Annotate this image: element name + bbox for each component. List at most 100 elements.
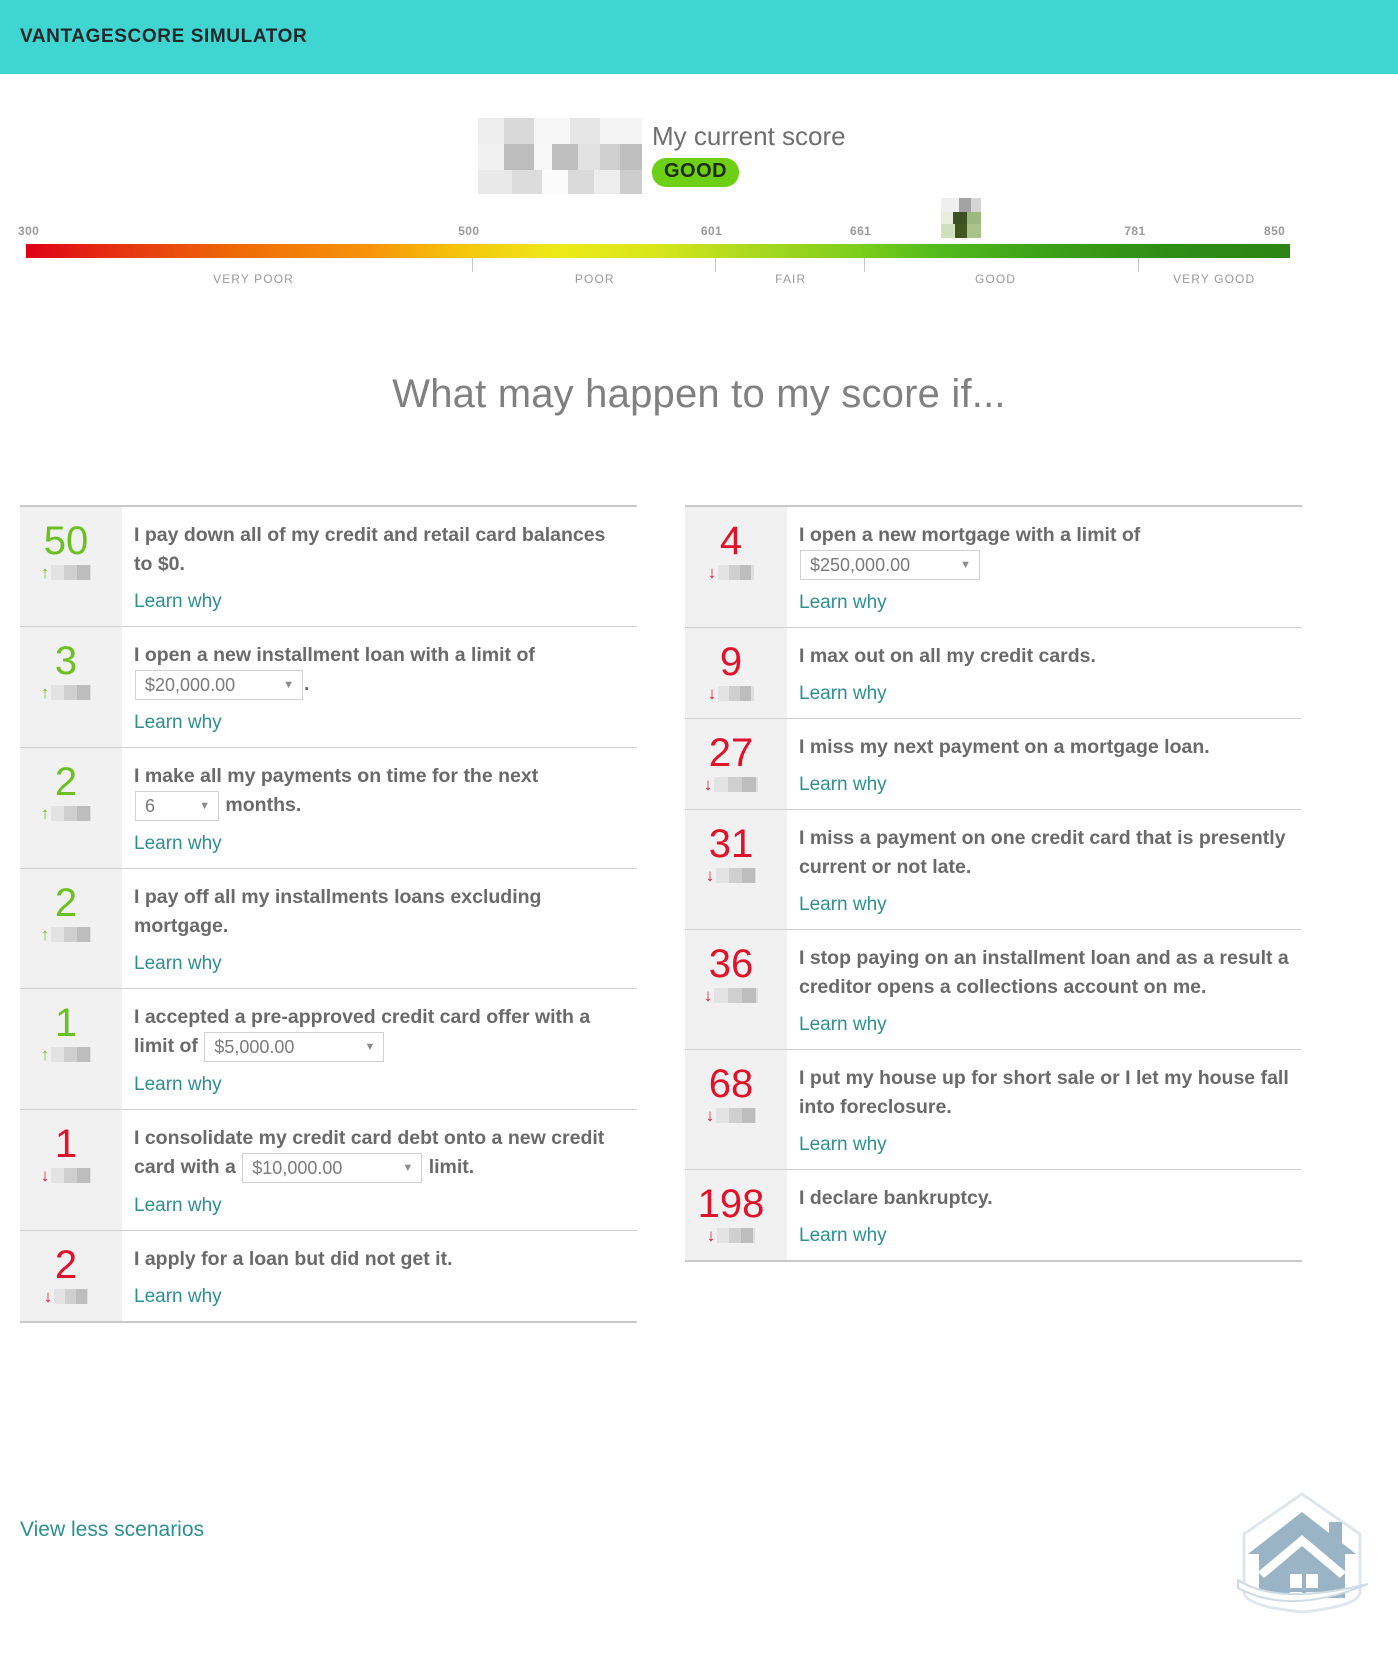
arrow-down-icon: ↓ (43, 1286, 53, 1306)
scenario-delta-sub: ↑ (20, 683, 112, 701)
learn-why-link[interactable]: Learn why (134, 1286, 222, 1308)
gauge-mark (472, 258, 474, 272)
learn-why-link[interactable]: Learn why (799, 774, 887, 796)
select-value: 6 (145, 795, 156, 816)
gauge-tick-300: 300 (18, 224, 40, 238)
learn-why-link[interactable]: Learn why (799, 1014, 887, 1036)
score-delta-redacted (714, 987, 759, 1003)
scenario-amount-select[interactable]: $10,000.00 ▼ (242, 1153, 423, 1183)
learn-why-link[interactable]: Learn why (799, 894, 887, 916)
arrow-down-icon: ↓ (703, 985, 713, 1005)
scenario-delta-value: 198 (697, 1182, 765, 1226)
scenario-score-cell: 31 ↓ (685, 810, 787, 929)
score-delta-redacted (51, 564, 92, 580)
scenario-statement: I max out on all my credit cards. (799, 645, 1096, 667)
score-delta-redacted (54, 1288, 89, 1304)
scenario-delta-value: 4 (719, 519, 743, 563)
score-band-badge: GOOD (652, 158, 740, 187)
scenario-score-cell: 2 ↓ (20, 1231, 122, 1321)
scenario-statement: I open a new installment loan with a lim… (134, 641, 627, 700)
scenario-delta-sub: ↑ (20, 925, 112, 943)
scenario-delta-value: 31 (708, 822, 754, 866)
score-delta-redacted (51, 684, 92, 700)
scenario-statement: I declare bankruptcy. (799, 1187, 993, 1209)
scenario-row: 1 ↑ I accepted a pre-approved credit card … (20, 989, 637, 1110)
arrow-down-icon: ↓ (706, 1225, 716, 1245)
scenario-row: 2 ↑ I pay off all my installments loans ex… (20, 869, 637, 989)
score-delta-redacted (51, 1046, 92, 1062)
score-delta-redacted (718, 564, 755, 580)
scenario-delta-sub: ↓ (20, 1166, 112, 1184)
gauge-category-labels: VERY POOR POOR FAIR GOOD VERY GOOD (0, 272, 1398, 288)
scenario-amount-select[interactable]: $250,000.00 ▼ (800, 550, 980, 580)
scenario-row: 3 ↑ I open a new installment loan with a l… (20, 627, 637, 748)
scenario-amount-select[interactable]: 6 ▼ (135, 791, 219, 821)
score-delta-redacted (718, 685, 755, 701)
select-value: $5,000.00 (214, 1036, 295, 1057)
learn-why-link[interactable]: Learn why (799, 592, 887, 614)
select-value: $250,000.00 (810, 554, 911, 575)
scenario-delta-value: 68 (708, 1062, 754, 1106)
scenario-score-cell: 36 ↓ (685, 930, 787, 1049)
scenario-statement: I miss my next payment on a mortgage loa… (799, 736, 1210, 758)
app-title: VantageScore Simulator (20, 26, 308, 47)
scenario-body: I stop paying on an installment loan and… (787, 930, 1302, 1049)
scenario-row: 31 ↓ I miss a payment on one credit card t… (685, 810, 1302, 930)
select-value: $20,000.00 (145, 674, 236, 695)
scenario-delta-value: 2 (54, 881, 78, 925)
scenario-body: I apply for a loan but did not get it. Le… (122, 1231, 637, 1321)
scenario-delta-sub: ↑ (20, 1045, 112, 1063)
scenario-body: I miss my next payment on a mortgage loa… (787, 719, 1302, 809)
scenario-delta-sub: ↓ (685, 563, 777, 581)
scenario-score-cell: 3 ↑ (20, 627, 122, 747)
gauge-tick-850: 850 (1264, 224, 1286, 238)
scenarios-column-right: 4 ↓ I open a new mortgage with a limit of … (685, 505, 1302, 1323)
gauge-mark (864, 258, 866, 272)
scenario-statement: I open a new mortgage with a limit of $2… (799, 521, 1292, 580)
app-header: VantageScore Simulator (0, 0, 1398, 74)
scenario-row: 9 ↓ I max out on all my credit cards. Learn… (685, 628, 1302, 719)
scenario-score-cell: 198 ↓ (685, 1170, 787, 1260)
learn-why-link[interactable]: Learn why (799, 1134, 887, 1156)
scenario-body: I put my house up for short sale or I le… (787, 1050, 1302, 1169)
current-score-row: My current score GOOD (478, 118, 846, 194)
view-less-scenarios-link[interactable]: View less scenarios (20, 1518, 204, 1542)
learn-why-link[interactable]: Learn why (134, 591, 222, 613)
scenario-score-cell: 2 ↑ (20, 869, 122, 988)
scenario-delta-value: 9 (719, 640, 743, 684)
scenario-row: 50 ↑ I pay down all of my credit and retai… (20, 507, 637, 627)
scenario-score-cell: 50 ↑ (20, 507, 122, 626)
scenario-statement: I accepted a pre-approved credit card of… (134, 1003, 627, 1062)
arrow-up-icon: ↑ (40, 682, 50, 702)
learn-why-link[interactable]: Learn why (134, 1074, 222, 1096)
scenario-body: I consolidate my credit card debt onto a… (122, 1110, 637, 1230)
arrow-down-icon: ↓ (707, 562, 717, 582)
arrow-up-icon: ↑ (40, 562, 50, 582)
scenario-statement: I apply for a loan but did not get it. (134, 1248, 453, 1270)
arrow-up-icon: ↑ (40, 803, 50, 823)
scenario-delta-sub: ↓ (685, 986, 777, 1004)
scenario-amount-select[interactable]: $5,000.00 ▼ (204, 1032, 385, 1062)
scenarios-container: 50 ↑ I pay down all of my credit and retai… (0, 505, 1398, 1323)
gauge-mark (714, 258, 716, 272)
learn-why-link[interactable]: Learn why (134, 953, 222, 975)
scenario-delta-value: 2 (54, 760, 78, 804)
learn-why-link[interactable]: Learn why (134, 1195, 222, 1217)
scenario-row: 2 ↓ I apply for a loan but did not get it.… (20, 1231, 637, 1323)
learn-why-link[interactable]: Learn why (799, 1225, 887, 1247)
scenario-body: I open a new mortgage with a limit of $2… (787, 507, 1302, 627)
learn-why-link[interactable]: Learn why (134, 833, 222, 855)
learn-why-link[interactable]: Learn why (134, 712, 222, 734)
learn-why-link[interactable]: Learn why (799, 683, 887, 705)
select-value: $10,000.00 (252, 1157, 343, 1178)
scenario-score-cell: 27 ↓ (685, 719, 787, 809)
chevron-down-icon: ▼ (283, 678, 294, 691)
arrow-down-icon: ↓ (707, 683, 717, 703)
score-delta-redacted (716, 1107, 757, 1123)
scenario-delta-value: 1 (54, 1122, 78, 1166)
current-score-info: My current score GOOD (652, 118, 846, 187)
scenario-score-cell: 1 ↑ (20, 989, 122, 1109)
scenario-amount-select[interactable]: $20,000.00 ▼ (135, 670, 303, 700)
chevron-down-icon: ▼ (364, 1040, 376, 1053)
gauge-tick-661: 661 (850, 224, 872, 238)
